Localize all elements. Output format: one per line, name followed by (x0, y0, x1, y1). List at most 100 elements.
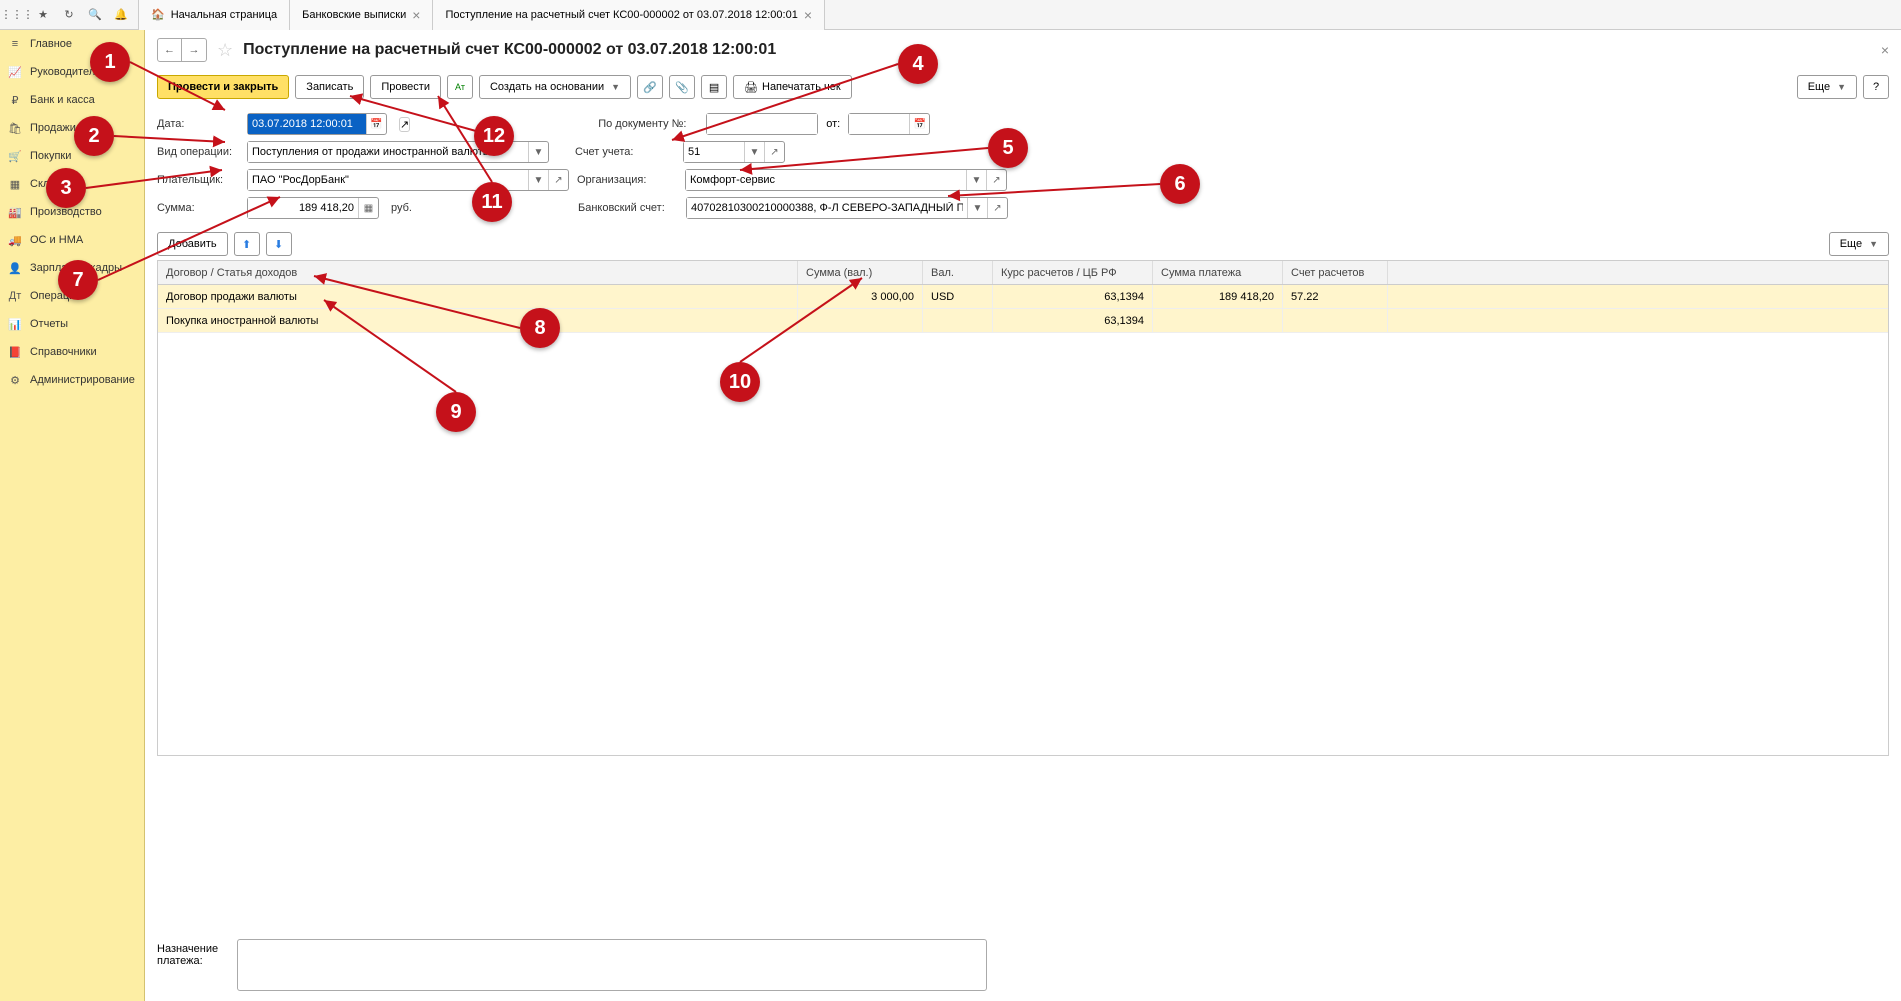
tab-home-label: Начальная страница (171, 9, 277, 21)
doc-num-input[interactable] (707, 114, 817, 134)
search-icon[interactable]: 🔍 (82, 2, 108, 28)
org-label: Организация: (577, 174, 677, 186)
dropdown-icon[interactable]: ▼ (528, 170, 548, 190)
more-button[interactable]: Еще▼ (1797, 75, 1857, 99)
doc-num-label: По документу №: (598, 118, 698, 130)
th-rate[interactable]: Курс расчетов / ЦБ РФ (993, 261, 1153, 284)
purpose-textarea[interactable] (237, 939, 987, 991)
print-check-button[interactable]: 🖨Напечатать чек (733, 75, 852, 99)
bank-acc-input[interactable] (687, 198, 967, 218)
th-contract[interactable]: Договор / Статья доходов (158, 261, 798, 284)
sidebar-label: Справочники (30, 346, 97, 358)
table-more-button[interactable]: Еще▼ (1829, 232, 1889, 256)
dropdown-icon[interactable]: ▼ (967, 198, 987, 218)
purpose-label: Назначение платежа: (157, 939, 227, 991)
th-sum-val[interactable]: Сумма (вал.) (798, 261, 923, 284)
sidebar-item-bank[interactable]: ₽Банк и касса (0, 86, 144, 114)
favorite-icon[interactable]: ☆ (217, 40, 233, 61)
th-sum-pay[interactable]: Сумма платежа (1153, 261, 1283, 284)
help-button[interactable]: ? (1863, 75, 1889, 99)
structure-button[interactable]: 🔗 (637, 75, 663, 99)
table-row[interactable]: Покупка иностранной валюты 63,1394 (158, 309, 1888, 333)
dt-kt-button[interactable]: Ат (447, 75, 473, 99)
move-up-button[interactable]: ⬆ (234, 232, 260, 256)
dropdown-icon[interactable]: ▼ (966, 170, 986, 190)
edit-link-icon[interactable]: ↗ (399, 117, 410, 132)
bell-icon[interactable]: 🔔 (108, 2, 134, 28)
attach-button[interactable]: 📎 (669, 75, 695, 99)
sidebar-item-reports[interactable]: 📊 Отчеты (0, 310, 144, 338)
dropdown-icon[interactable]: ▼ (528, 142, 548, 162)
form-fields: Дата: 📅 ↗ По документу №: от: 📅 Вид опер… (145, 104, 1901, 228)
grid-icon: ▦ (8, 178, 22, 191)
td-pay-acc: 57.22 (1283, 285, 1388, 308)
close-icon[interactable]: × (412, 7, 420, 23)
date-input[interactable] (248, 114, 366, 134)
td-rate: 63,1394 (993, 285, 1153, 308)
truck-icon: 🚚 (8, 234, 22, 247)
open-icon[interactable]: ↗ (764, 142, 784, 162)
menu-icon: ≡ (8, 38, 22, 50)
sidebar-label: Отчеты (30, 318, 68, 330)
sidebar-item-sales[interactable]: 🛍 Продажи (0, 114, 144, 142)
sidebar-item-assets[interactable]: 🚚ОС и НМА (0, 226, 144, 254)
post-close-button[interactable]: Провести и закрыть (157, 75, 289, 99)
callout-3: 3 (46, 168, 86, 208)
nav-buttons: ← → (157, 38, 207, 62)
add-row-button[interactable]: Добавить (157, 232, 228, 256)
td-pay-acc (1283, 309, 1388, 332)
calc-icon[interactable]: ▦ (358, 198, 378, 218)
sidebar-item-admin[interactable]: ⚙Администрирование (0, 366, 144, 394)
dropdown-icon[interactable]: ▼ (744, 142, 764, 162)
op-type-label: Вид операции: (157, 146, 239, 158)
dt-icon: Дт (8, 290, 22, 302)
sidebar-item-catalogs[interactable]: 📕Справочники (0, 338, 144, 366)
apps-icon[interactable]: ⋮⋮⋮ (4, 2, 30, 28)
forward-button[interactable]: → (182, 39, 206, 61)
tab-receipt[interactable]: Поступление на расчетный счет КС00-00000… (433, 0, 825, 30)
open-icon[interactable]: ↗ (548, 170, 568, 190)
calendar-icon[interactable]: 📅 (909, 114, 929, 134)
table-header: Договор / Статья доходов Сумма (вал.) Ва… (158, 261, 1888, 285)
bag-icon: 🛍 (8, 122, 22, 135)
sidebar-label: Главное (30, 38, 72, 50)
callout-8: 8 (520, 308, 560, 348)
list-button[interactable]: ▤ (701, 75, 727, 99)
td-currency (923, 309, 993, 332)
sidebar-item-purchases[interactable]: 🛒Покупки (0, 142, 144, 170)
td-sum-val: 3 000,00 (798, 285, 923, 308)
ot-label: от: (826, 118, 840, 130)
org-input[interactable] (686, 170, 966, 190)
date-label: Дата: (157, 118, 239, 130)
close-icon[interactable]: × (804, 7, 812, 23)
calendar-icon[interactable]: 📅 (366, 114, 386, 134)
table-body: Договор продажи валюты 3 000,00 USD 63,1… (158, 285, 1888, 755)
star-icon[interactable]: ★ (30, 2, 56, 28)
tab-bank-statements[interactable]: Банковские выписки × (290, 0, 433, 30)
history-icon[interactable]: ↻ (56, 2, 82, 28)
sidebar-label: Продажи (30, 122, 76, 134)
doc-date-input[interactable] (849, 114, 909, 134)
table-row[interactable]: Договор продажи валюты 3 000,00 USD 63,1… (158, 285, 1888, 309)
sum-input[interactable] (248, 198, 358, 218)
close-form-button[interactable]: × (1881, 42, 1889, 58)
tabs-bar: 🏠 Начальная страница Банковские выписки … (138, 0, 825, 30)
create-basis-button[interactable]: Создать на основании▼ (479, 75, 631, 99)
th-currency[interactable]: Вал. (923, 261, 993, 284)
back-button[interactable]: ← (158, 39, 182, 61)
details-table: Договор / Статья доходов Сумма (вал.) Ва… (157, 260, 1889, 756)
ruble-icon: ₽ (8, 94, 22, 107)
bars-icon: 📊 (8, 318, 22, 331)
move-down-button[interactable]: ⬇ (266, 232, 292, 256)
tab-home[interactable]: 🏠 Начальная страница (138, 0, 290, 30)
open-icon[interactable]: ↗ (986, 170, 1006, 190)
callout-11: 11 (472, 182, 512, 222)
payer-label: Плательщик: (157, 174, 239, 186)
account-input[interactable] (684, 142, 744, 162)
callout-2: 2 (74, 116, 114, 156)
th-pay-acc[interactable]: Счет расчетов (1283, 261, 1388, 284)
post-button[interactable]: Провести (370, 75, 441, 99)
save-button[interactable]: Записать (295, 75, 364, 99)
form-header: ← → ☆ Поступление на расчетный счет КС00… (145, 30, 1901, 70)
open-icon[interactable]: ↗ (987, 198, 1007, 218)
